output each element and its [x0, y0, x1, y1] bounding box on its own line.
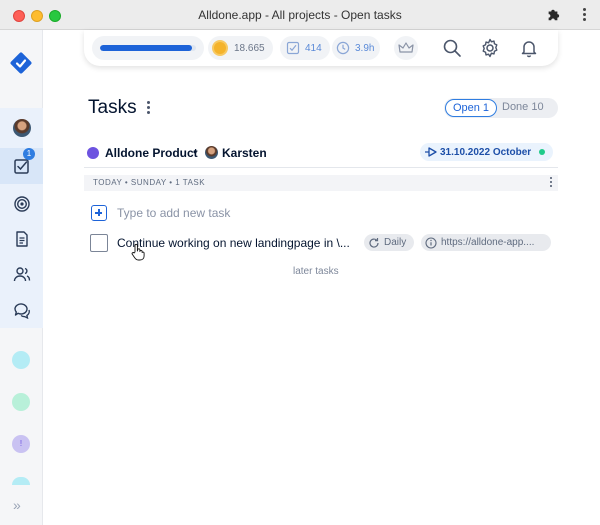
flag-icon	[425, 147, 437, 157]
sidebar-item-goals[interactable]	[0, 186, 43, 222]
gear-icon[interactable]	[480, 38, 500, 58]
project-name[interactable]: Alldone Product	[105, 146, 198, 160]
puzzle-extension-icon[interactable]	[546, 8, 560, 22]
open-done-toggle: Open 1 Done 10	[444, 98, 558, 118]
premium-button[interactable]	[394, 36, 418, 60]
task-recurrence: Daily	[384, 237, 407, 248]
target-icon	[13, 196, 30, 212]
page-menu-icon[interactable]	[146, 101, 150, 115]
day-section-label: TODAY • SUNDAY • 1 TASK	[93, 178, 206, 187]
tasks-badge: 1	[23, 148, 35, 160]
task-title[interactable]: Continue working on new landingpage in \…	[117, 236, 350, 250]
task-link: https://alldone-app....	[441, 237, 535, 248]
bell-icon[interactable]	[519, 38, 539, 58]
chat-icon	[13, 303, 30, 319]
sidebar-item-user[interactable]	[0, 110, 43, 146]
time-logged-counter[interactable]: 3.9h	[332, 36, 381, 60]
checkbox-icon	[286, 41, 300, 55]
repeat-icon	[369, 237, 379, 248]
sidebar-project-4[interactable]	[12, 477, 30, 485]
clock-icon	[336, 41, 350, 55]
owner-avatar	[205, 146, 218, 159]
top-bar: 18.665 414 3.9h	[84, 30, 558, 66]
sidebar-item-contacts[interactable]	[0, 256, 43, 292]
gold-counter[interactable]: 18.665	[208, 36, 273, 60]
crown-icon	[398, 42, 414, 53]
sidebar-item-chats[interactable]	[0, 292, 43, 328]
done-tasks-counter[interactable]: 414	[280, 36, 330, 60]
people-icon	[13, 267, 30, 282]
day-menu-icon[interactable]	[549, 177, 553, 189]
project-separator: •	[193, 145, 198, 159]
tab-done[interactable]: Done 10	[502, 101, 544, 113]
hand-cursor-icon	[131, 243, 145, 261]
chevrons-right-icon[interactable]: »	[13, 497, 21, 513]
done-tasks-count: 414	[305, 42, 322, 54]
later-tasks-link[interactable]: later tasks	[293, 266, 339, 277]
task-link-badge[interactable]: https://alldone-app....	[421, 234, 551, 251]
status-dot	[539, 149, 546, 155]
progress-fill	[100, 45, 193, 51]
sidebar-project-3[interactable]: !	[12, 435, 30, 453]
project-header[interactable]: Alldone Product • Karsten 31.10.2022 Oct…	[84, 142, 558, 168]
day-section-header: TODAY • SUNDAY • 1 TASK	[84, 175, 558, 191]
add-task-icon[interactable]	[91, 205, 107, 221]
sidebar-item-notes[interactable]	[0, 221, 43, 257]
task-recurrence-badge[interactable]: Daily	[364, 234, 415, 251]
deadline-date: 31.10.2022 October	[440, 146, 532, 158]
window-title: Alldone.app - All projects - Open tasks	[198, 8, 402, 22]
sidebar: 1 ! »	[0, 30, 43, 525]
gold-coin-icon	[212, 40, 228, 56]
sidebar-project-2[interactable]	[12, 393, 30, 411]
tab-open[interactable]: Open 1	[445, 99, 497, 117]
search-icon[interactable]	[442, 38, 462, 58]
document-icon	[15, 231, 28, 247]
daily-progress-bar[interactable]	[92, 36, 204, 60]
sidebar-project-1[interactable]	[12, 351, 30, 369]
page-title: Tasks	[88, 97, 137, 118]
project-deadline-badge[interactable]: 31.10.2022 October	[420, 143, 554, 161]
project-color-icon	[87, 147, 99, 159]
info-icon	[425, 236, 437, 249]
gold-amount: 18.665	[234, 42, 265, 54]
owner-name[interactable]: Karsten	[222, 146, 267, 160]
browser-menu-icon[interactable]	[582, 7, 586, 23]
alldone-logo-icon[interactable]	[10, 52, 32, 74]
window-titlebar: Alldone.app - All projects - Open tasks	[0, 0, 600, 30]
sidebar-item-tasks[interactable]: 1	[0, 148, 43, 184]
task-checkbox[interactable]	[90, 234, 108, 252]
progress-track	[100, 45, 196, 51]
avatar	[12, 119, 31, 137]
time-logged-value: 3.9h	[355, 42, 375, 54]
add-task-input[interactable]	[113, 203, 413, 223]
